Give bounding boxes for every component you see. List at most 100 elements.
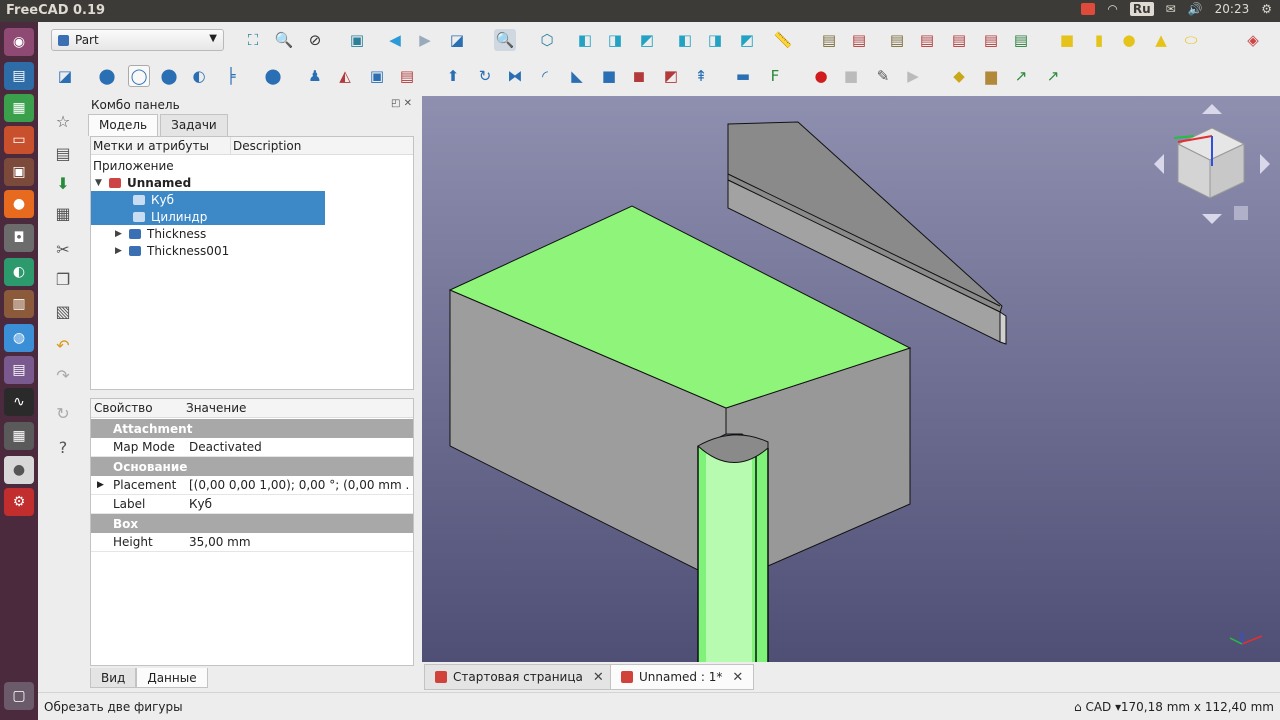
draw-style-icon[interactable]: ⊘ <box>304 29 326 51</box>
part-cone-icon[interactable]: ▲ <box>1150 29 1172 51</box>
tree-header-labels[interactable]: Метки и атрибуты <box>91 137 231 154</box>
tree-item-thickness001[interactable]: ▶ Thickness001 <box>115 242 229 259</box>
tab-start-page[interactable]: Стартовая страница ✕ <box>424 664 615 690</box>
top-view-icon[interactable]: ◨ <box>604 29 626 51</box>
system-monitor-icon[interactable]: ∿ <box>4 388 34 416</box>
app-purple-icon[interactable]: ▤ <box>4 356 34 384</box>
calc-sheet-icon[interactable]: ▦ <box>4 94 34 122</box>
fuse-icon[interactable]: ⬤ <box>158 65 180 87</box>
part-cylinder-icon[interactable]: ▮ <box>1088 29 1110 51</box>
loft-icon[interactable]: ◩ <box>660 65 682 87</box>
redo-icon[interactable]: ↷ <box>52 364 74 386</box>
macro-record-icon[interactable]: ● <box>810 65 832 87</box>
toggle-delta-icon[interactable]: ▤ <box>1010 29 1032 51</box>
trash-icon[interactable]: ▢ <box>4 682 34 710</box>
forward-arrow-icon[interactable]: ▶ <box>414 29 436 51</box>
part-torus-icon[interactable]: ⬭ <box>1180 29 1202 51</box>
property-header-value[interactable]: Значение <box>186 401 246 415</box>
record-icon[interactable] <box>1081 3 1096 15</box>
workbench-selector[interactable]: Part ▼ <box>51 29 224 51</box>
part-sphere-icon[interactable]: ● <box>1118 29 1140 51</box>
impress-slides-icon[interactable]: ▭ <box>4 126 34 154</box>
files-icon[interactable]: ▣ <box>4 158 34 186</box>
std-views-icon[interactable]: ◪ <box>446 29 468 51</box>
wifi-icon[interactable]: ◠ <box>1107 2 1117 16</box>
part-shape-builder-icon[interactable]: ◪ <box>54 65 76 87</box>
front-view-icon[interactable]: ◧ <box>574 29 596 51</box>
tab-view[interactable]: Вид <box>90 668 137 688</box>
rear-view-icon[interactable]: ◧ <box>674 29 696 51</box>
left-view-icon[interactable]: ◩ <box>736 29 758 51</box>
copy-icon[interactable]: ❐ <box>52 268 74 290</box>
macro-editor-icon[interactable]: F <box>764 65 786 87</box>
part-box-icon[interactable]: ■ <box>1056 29 1078 51</box>
extrude-icon[interactable]: ⬆ <box>442 65 464 87</box>
expand-right-icon[interactable]: ▶ <box>115 229 129 239</box>
undo-icon[interactable]: ↶ <box>52 334 74 356</box>
join-features-icon[interactable]: ╞ <box>220 65 242 87</box>
common-icon[interactable]: ◐ <box>188 65 210 87</box>
property-row-height[interactable]: Height 35,00 mm <box>91 533 413 552</box>
property-group-attachment[interactable]: Attachment <box>91 419 413 438</box>
open-folder-icon[interactable]: ▤ <box>52 142 74 164</box>
sweep-icon[interactable]: ⇞ <box>690 65 712 87</box>
view-menu-icon[interactable]: 🔍 <box>494 29 516 51</box>
paste-icon[interactable]: ▧ <box>52 300 74 322</box>
volume-icon[interactable]: 🔊 <box>1188 2 1203 16</box>
tree-item-cylinder[interactable]: Цилиндр <box>91 208 325 225</box>
expand-down-icon[interactable]: ▼ <box>95 178 109 188</box>
writer-doc-icon[interactable]: ▤ <box>4 62 34 90</box>
create-group-icon[interactable]: ▆ <box>980 65 1002 87</box>
tab-tasks[interactable]: Задачи <box>160 114 228 136</box>
measure-distance-icon[interactable]: 📏 <box>772 29 794 51</box>
boolean-icon[interactable]: ⬤ <box>96 65 118 87</box>
clear-all-icon[interactable]: ▤ <box>916 29 938 51</box>
macro-edit-icon[interactable]: ✎ <box>872 65 894 87</box>
measure-angular-icon[interactable]: ▤ <box>848 29 870 51</box>
print-icon[interactable]: ▦ <box>52 202 74 224</box>
thickness-plate-edge[interactable] <box>999 311 1007 345</box>
refresh-icon[interactable]: ↻ <box>52 402 74 424</box>
create-part-icon[interactable]: ◆ <box>948 65 970 87</box>
split-features-icon[interactable]: ⬤ <box>262 65 284 87</box>
property-value[interactable]: Deactivated <box>189 440 409 454</box>
bounding-box-icon[interactable]: ▣ <box>346 29 368 51</box>
tree-item-cube[interactable]: Куб <box>91 191 325 208</box>
tree-item-thickness[interactable]: ▶ Thickness <box>115 225 206 242</box>
measure-linear-icon[interactable]: ▤ <box>818 29 840 51</box>
archive-icon[interactable]: ▥ <box>4 290 34 318</box>
cut-scissors-icon[interactable]: ✂ <box>52 238 74 260</box>
property-value[interactable]: [(0,00 0,00 1,00); 0,00 °; (0,00 mm ... <box>189 478 409 492</box>
macro-stop-icon[interactable]: ■ <box>840 65 862 87</box>
navigation-cube[interactable] <box>1173 127 1246 199</box>
right-view-icon[interactable]: ◩ <box>636 29 658 51</box>
ruled-surface-icon[interactable]: ◼ <box>628 65 650 87</box>
tab-unnamed[interactable]: Unnamed : 1* ✕ <box>610 664 755 690</box>
3d-viewport[interactable] <box>422 96 1280 662</box>
back-arrow-icon[interactable]: ◀ <box>384 29 406 51</box>
firefox-icon[interactable]: ● <box>4 190 34 218</box>
make-face-icon[interactable]: ■ <box>598 65 620 87</box>
property-value[interactable]: 35,00 mm <box>189 535 409 549</box>
freecad-icon[interactable]: ⚙ <box>4 488 34 516</box>
camera-icon[interactable]: ◘ <box>4 224 34 252</box>
3d-scene[interactable] <box>422 96 1280 662</box>
fit-selection-icon[interactable]: 🔍 <box>273 29 295 51</box>
new-document-icon[interactable]: ☆ <box>52 110 74 132</box>
app-green-icon[interactable]: ◐ <box>4 258 34 286</box>
whats-this-icon[interactable]: ? <box>52 436 74 458</box>
section-cross-icon[interactable]: ▤ <box>396 65 418 87</box>
property-value[interactable]: Куб <box>189 497 409 511</box>
macro-run-icon[interactable]: ▶ <box>902 65 924 87</box>
tree-document[interactable]: ▼ Unnamed <box>95 174 191 191</box>
property-row-map-mode[interactable]: Map Mode Deactivated <box>91 438 413 457</box>
revolve-icon[interactable]: ↻ <box>474 65 496 87</box>
nav-arrow-left-icon[interactable] <box>1154 154 1164 174</box>
tab-model[interactable]: Модель <box>88 114 159 136</box>
property-row-label[interactable]: Label Куб <box>91 495 413 514</box>
nav-arrow-down-icon[interactable] <box>1202 214 1222 224</box>
offset-icon[interactable]: ▬ <box>732 65 754 87</box>
make-link-icon[interactable]: ↗ <box>1010 65 1032 87</box>
expand-right-icon[interactable]: ▶ <box>97 480 104 490</box>
property-group-base[interactable]: Основание <box>91 457 413 476</box>
